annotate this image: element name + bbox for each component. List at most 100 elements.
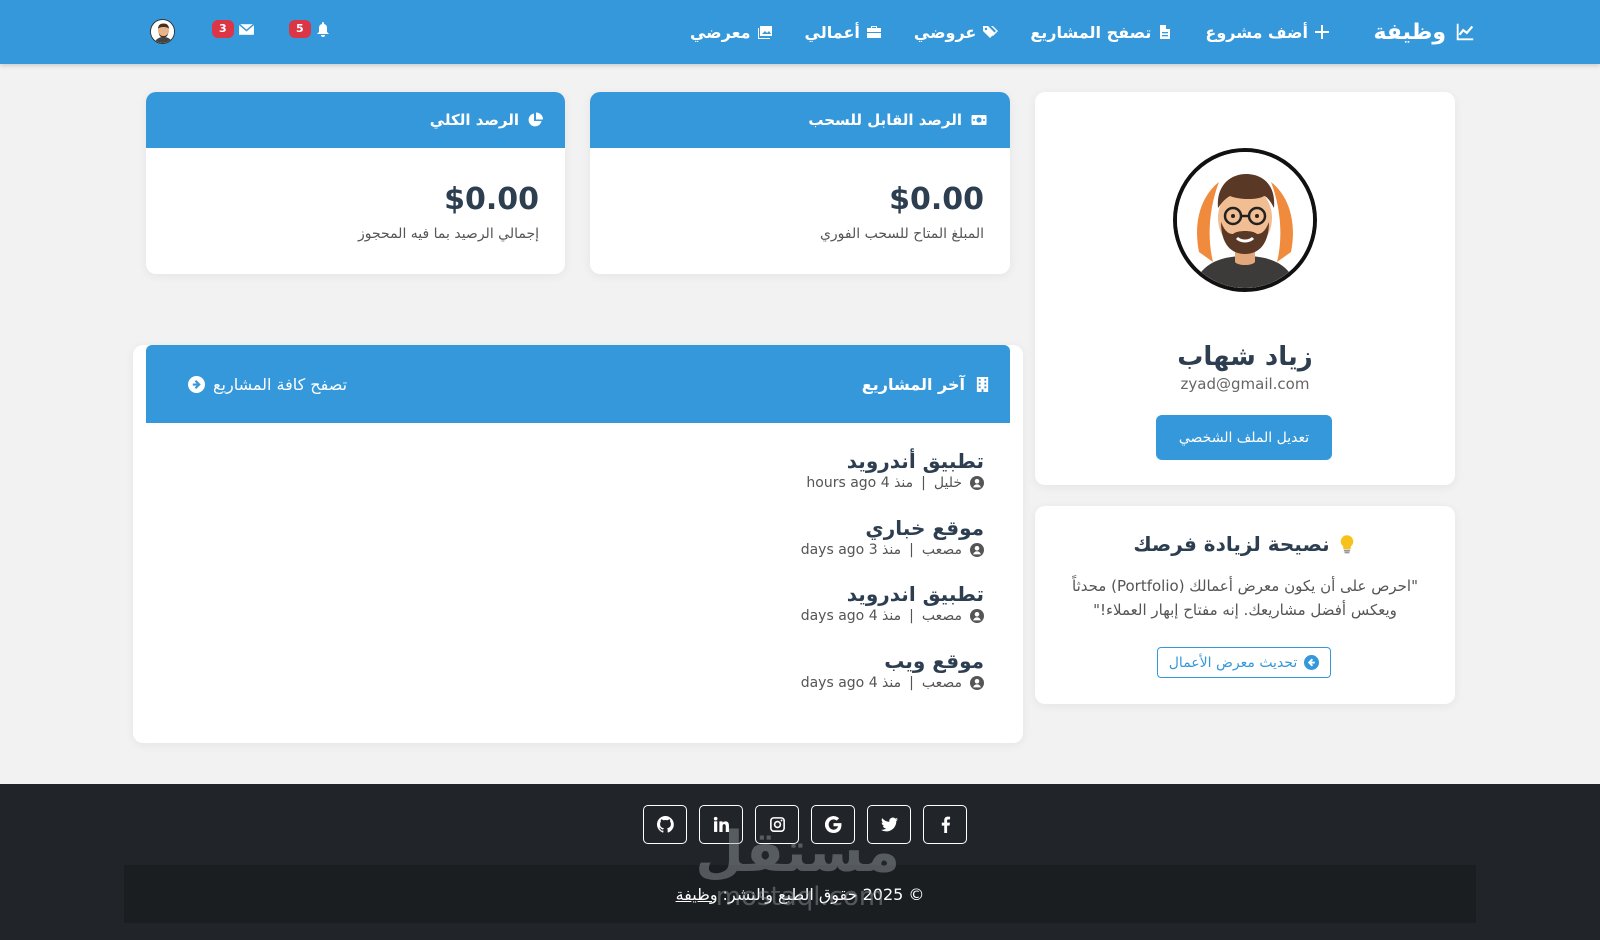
arrow-circle-right-icon [188,375,205,393]
meta-separator: | [909,608,914,624]
project-meta: مصعب | منذ 4 days ago [801,608,984,624]
chart-pie-icon [528,112,543,127]
linkedin-icon [713,816,729,832]
social-links [643,805,967,844]
latest-projects-title: آخر المشاريع [861,374,965,394]
copyright-link[interactable]: وظيفة [676,885,718,904]
latest-projects-title-row: آخر المشاريع [862,345,990,423]
withdrawable-balance-title: الرصد القابل للسحب [808,111,962,129]
avatar-illustration-icon [1177,152,1313,288]
images-icon [757,26,772,39]
notifications-badge: 5 [289,20,311,38]
google-icon [824,816,841,833]
project-item[interactable]: تطبيق اندرويد مصعب | منذ 4 days ago [801,582,984,624]
brand-name: وظيفة [1373,19,1446,45]
profile-card: زياد شهاب zyad@gmail.com تعديل الملف الش… [1035,92,1455,485]
total-balance-note: إجمالي الرصيد بما فيه المحجوز [358,226,539,242]
project-owner: خليل [933,475,962,491]
chart-line-icon [1456,23,1474,41]
withdrawable-balance-card: الرصد القابل للسحب $0.00 المبلغ المتاح ل… [590,92,1010,274]
tip-card: نصيحة لزيادة فرصك "احرص على أن يكون معرض… [1035,506,1455,704]
project-time: منذ 4 hours ago [806,475,914,491]
latest-projects-header: آخر المشاريع تصفح كافة المشاريع [146,345,1010,423]
user-circle-icon [970,676,984,690]
latest-projects-card: آخر المشاريع تصفح كافة المشاريع تطبيق أن… [133,345,1023,743]
nav-add-project-label: أضف مشروع [1205,22,1308,42]
linkedin-link[interactable] [699,805,743,844]
tip-title: نصيحة لزيادة فرصك [1133,532,1330,556]
total-balance-amount: $0.00 [444,182,539,217]
edit-profile-button[interactable]: تعديل الملف الشخصي [1156,415,1332,460]
project-time: منذ 4 days ago [800,608,902,624]
profile-email: zyad@gmail.com [1180,375,1310,393]
meta-separator: | [909,542,914,558]
nav-browse-projects-label: تصفح المشاريع [1030,22,1152,42]
nav-my-works[interactable]: أعمالي [805,23,882,42]
update-portfolio-button[interactable]: تحديث معرض الأعمال [1157,647,1331,678]
messages-button[interactable]: 3 [212,20,255,38]
plus-icon [1315,25,1329,39]
project-time: منذ 3 days ago [800,542,902,558]
notifications-button[interactable]: 5 [289,20,331,38]
briefcase-icon [866,26,881,38]
nav-add-project[interactable]: أضف مشروع [1205,23,1330,42]
nav-my-gallery[interactable]: معرضي [690,23,773,42]
total-balance-header: الرصد الكلي [146,92,565,148]
project-title[interactable]: تطبيق أندرويد [806,449,984,473]
messages-badge: 3 [212,20,234,38]
nav-my-offers[interactable]: عروضي [913,22,999,42]
profile-name: زياد شهاب [1177,342,1313,372]
project-title[interactable]: تطبيق اندرويد [801,582,984,606]
building-icon [976,376,989,392]
project-title[interactable]: موقع ويب [801,649,984,673]
instagram-icon [769,817,785,832]
github-icon [656,816,674,833]
project-owner: مصعب [921,542,962,558]
meta-separator: | [921,475,926,491]
copyright-text: © 2025 حقوق الطبع والنشر: [722,884,925,904]
meta-separator: | [909,675,914,691]
google-link[interactable] [811,805,855,844]
project-item[interactable]: موقع خباري مصعب | منذ 3 days ago [801,516,984,558]
arrow-circle-icon [1304,655,1320,670]
user-circle-icon [970,543,984,557]
file-icon [1160,25,1171,39]
tip-title-row: نصيحة لزيادة فرصك [1035,532,1455,556]
nav-my-works-label: أعمالي [804,22,860,42]
user-avatar-menu[interactable] [150,19,175,44]
bell-icon [316,22,329,37]
avatar-icon [151,20,174,43]
project-meta: خليل | منذ 4 hours ago [806,475,984,491]
project-owner: مصعب [921,608,962,624]
user-circle-icon [970,476,984,490]
project-time: منذ 4 days ago [800,675,902,691]
total-balance-title: الرصد الكلي [429,111,519,129]
project-title[interactable]: موقع خباري [801,516,984,540]
profile-avatar [1173,148,1317,292]
browse-all-projects-link[interactable]: تصفح كافة المشاريع [188,345,347,423]
project-meta: مصعب | منذ 4 days ago [801,675,984,691]
facebook-link[interactable] [923,805,967,844]
tip-text: "احرص على أن يكون معرض أعمالك (Portfolio… [1072,577,1418,619]
instagram-link[interactable] [755,805,799,844]
update-portfolio-label: تحديث معرض الأعمال [1168,654,1298,671]
project-meta: مصعب | منذ 3 days ago [801,542,984,558]
nav-my-gallery-label: معرضي [689,22,751,42]
withdrawable-balance-amount: $0.00 [889,182,984,217]
copyright-bar: © 2025 حقوق الطبع والنشر: وظيفة [124,865,1476,923]
project-item[interactable]: موقع ويب مصعب | منذ 4 days ago [801,649,984,691]
facebook-icon [941,816,950,833]
withdrawable-balance-header: الرصد القابل للسحب [590,92,1010,148]
nav-my-offers-label: عروضي [913,22,977,42]
withdrawable-balance-note: المبلغ المتاح للسحب الفوري [819,226,984,242]
twitter-link[interactable] [867,805,911,844]
brand-logo[interactable]: وظيفة [1373,0,1476,64]
nav-browse-projects[interactable]: تصفح المشاريع [1030,23,1173,42]
project-item[interactable]: تطبيق أندرويد خليل | منذ 4 hours ago [806,449,984,491]
money-bill-icon [971,115,987,125]
top-navbar: وظيفة أضف مشروع تصفح المشاريع عروضي أعما… [0,0,1600,64]
browse-all-projects-label: تصفح كافة المشاريع [213,374,348,394]
tags-icon [983,26,999,38]
github-link[interactable] [643,805,687,844]
footer: © 2025 حقوق الطبع والنشر: وظيفة [0,784,1600,940]
